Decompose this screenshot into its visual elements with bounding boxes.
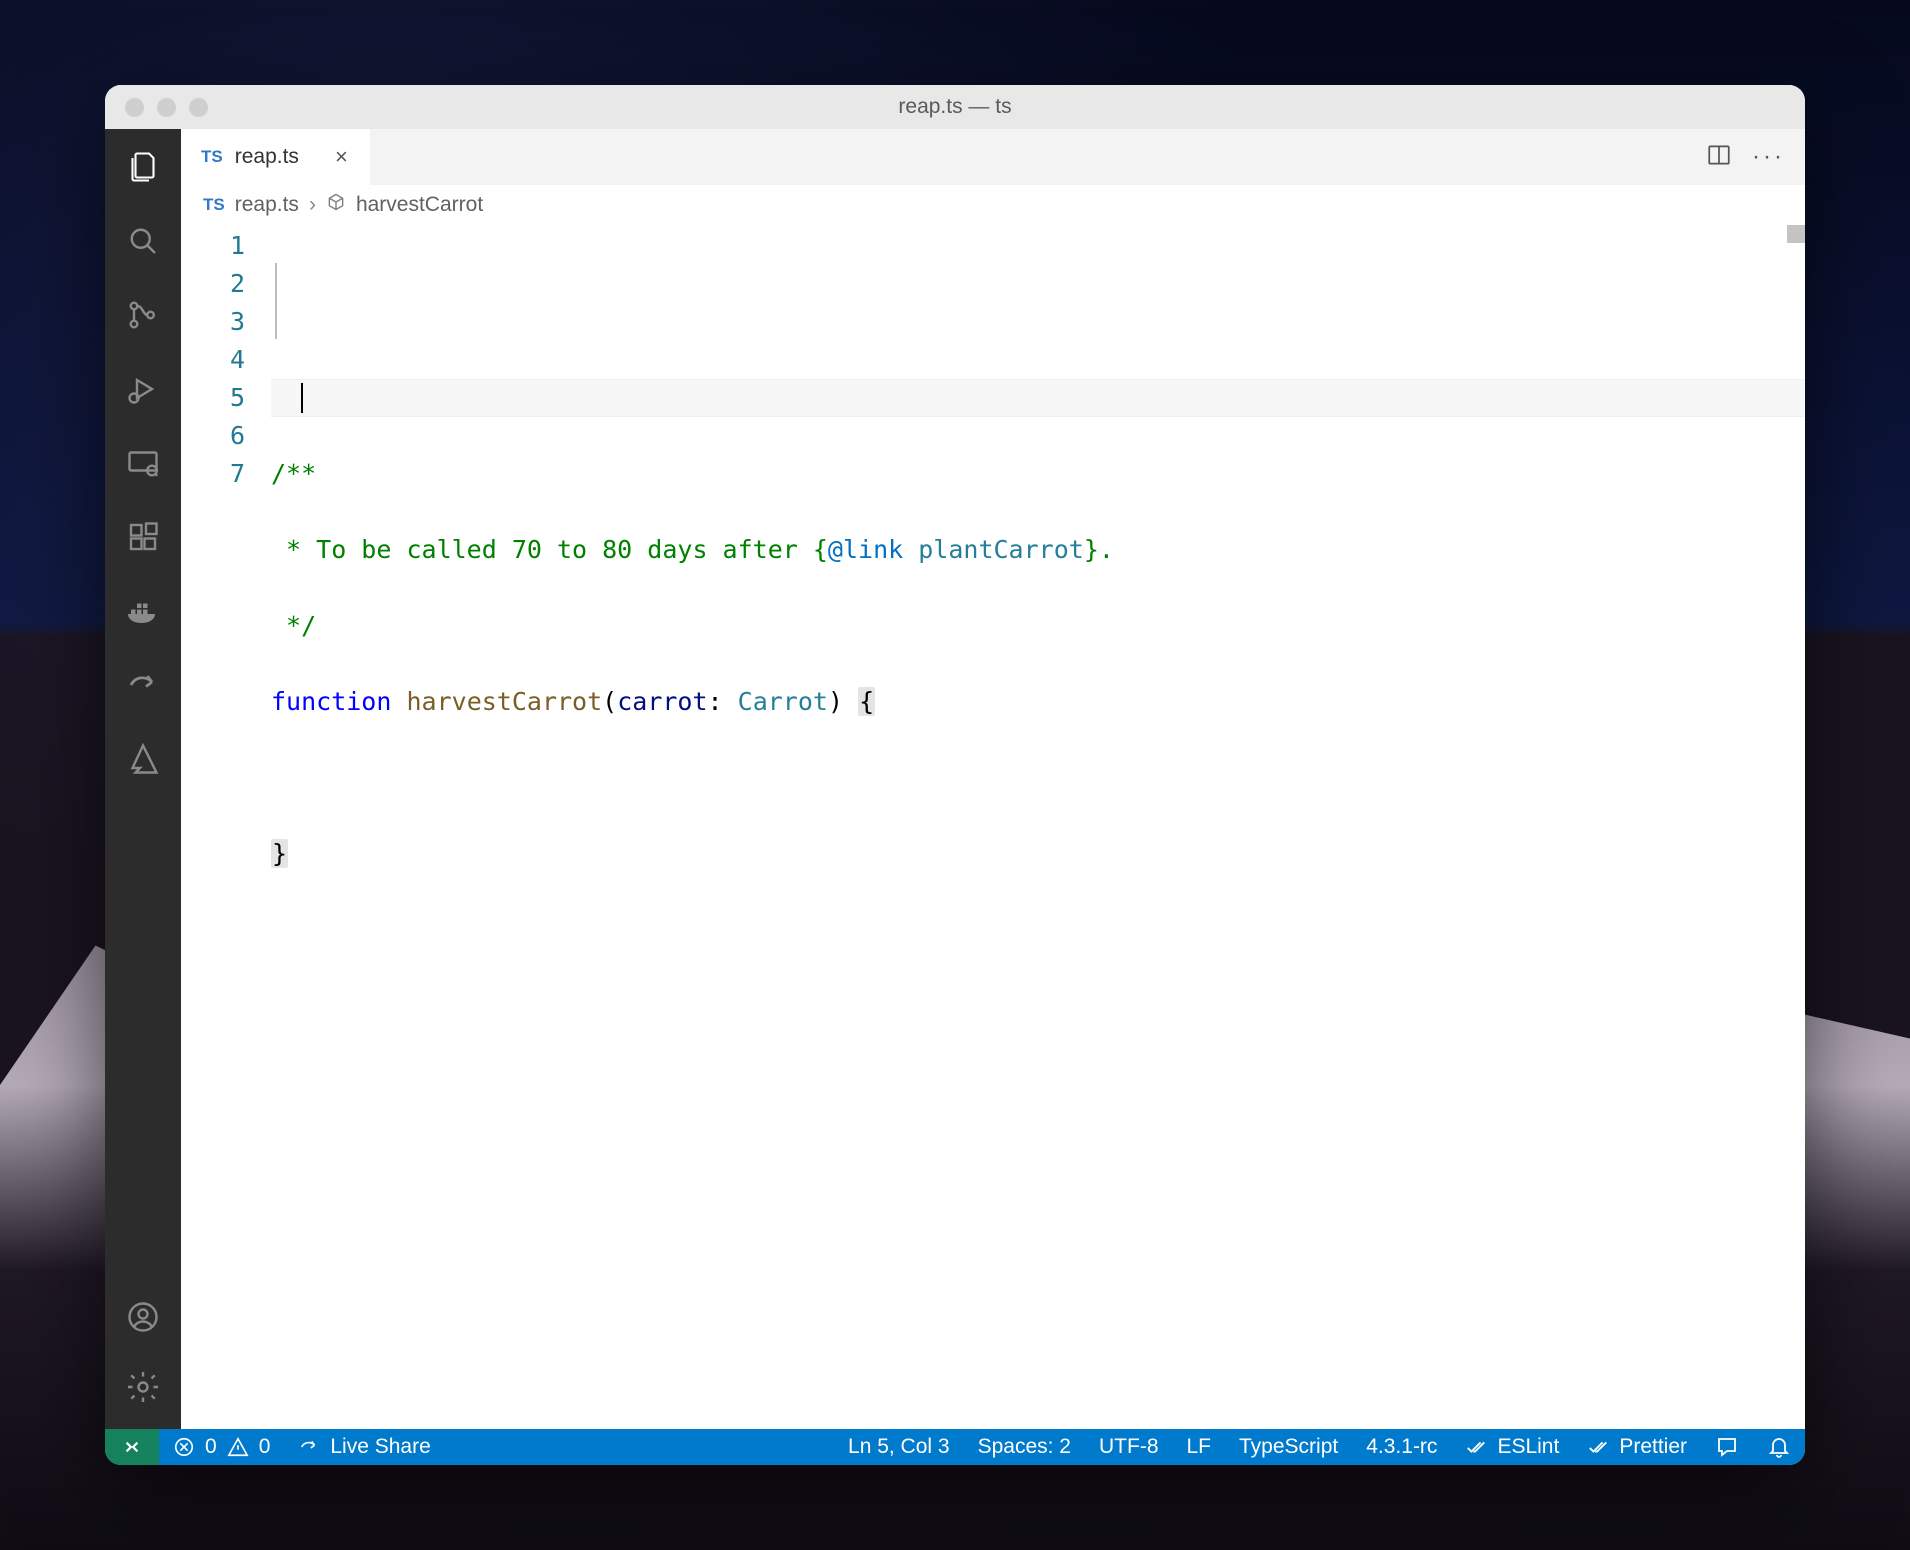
active-line-highlight: [271, 379, 1805, 417]
double-check-icon: [1465, 1436, 1487, 1458]
tab-label: reap.ts: [235, 145, 299, 169]
notifications-bell-icon[interactable]: [1753, 1435, 1805, 1459]
symbol-method-icon: [326, 192, 346, 218]
error-count: 0: [205, 1435, 217, 1459]
status-bar: 0 0 Live Share Ln 5, Col 3 Spaces: 2 UTF…: [105, 1429, 1805, 1465]
cursor-position-status[interactable]: Ln 5, Col 3: [834, 1435, 964, 1459]
minimize-window-button[interactable]: [157, 98, 176, 117]
line-number-gutter: 1 2 3 4 5 6 7: [181, 225, 271, 1429]
liveshare-icon: [298, 1436, 320, 1458]
code-editor[interactable]: 1 2 3 4 5 6 7 /** * To be called 70 to 8…: [181, 225, 1805, 1429]
breadcrumb[interactable]: TS reap.ts › harvestCarrot: [181, 185, 1805, 225]
eol-status[interactable]: LF: [1173, 1435, 1226, 1459]
typescript-version-status[interactable]: 4.3.1-rc: [1352, 1435, 1451, 1459]
eslint-status[interactable]: ESLint: [1451, 1435, 1573, 1459]
error-icon: [173, 1436, 195, 1458]
jsdoc-indent-guide: [275, 263, 277, 339]
share-icon[interactable]: [123, 665, 163, 705]
search-icon[interactable]: [123, 221, 163, 261]
remote-indicator[interactable]: [105, 1429, 159, 1465]
activity-bar: [105, 129, 181, 1429]
window-controls: [125, 98, 208, 117]
titlebar[interactable]: reap.ts — ts: [105, 85, 1805, 129]
source-control-icon[interactable]: [123, 295, 163, 335]
typescript-lang-badge: TS: [203, 195, 225, 215]
settings-gear-icon[interactable]: [123, 1367, 163, 1407]
more-actions-icon[interactable]: ···: [1752, 143, 1785, 171]
breadcrumb-separator: ›: [309, 193, 316, 217]
double-check-icon: [1587, 1436, 1609, 1458]
window-title: reap.ts — ts: [105, 95, 1805, 119]
feedback-icon[interactable]: [1701, 1435, 1753, 1459]
indentation-status[interactable]: Spaces: 2: [964, 1435, 1085, 1459]
split-editor-icon[interactable]: [1706, 142, 1732, 173]
problems-status[interactable]: 0 0: [159, 1435, 284, 1459]
close-tab-icon[interactable]: ×: [331, 144, 352, 170]
vscode-window: reap.ts — ts: [105, 85, 1805, 1465]
run-debug-icon[interactable]: [123, 369, 163, 409]
code-content[interactable]: /** * To be called 70 to 80 days after {…: [271, 225, 1805, 1429]
prettier-status[interactable]: Prettier: [1573, 1435, 1701, 1459]
warning-icon: [227, 1436, 249, 1458]
encoding-status[interactable]: UTF-8: [1085, 1435, 1173, 1459]
liveshare-status[interactable]: Live Share: [284, 1435, 444, 1459]
language-mode-status[interactable]: TypeScript: [1225, 1435, 1352, 1459]
files-icon[interactable]: [123, 147, 163, 187]
breadcrumb-symbol[interactable]: harvestCarrot: [356, 193, 483, 217]
text-cursor: [301, 383, 303, 413]
warning-count: 0: [259, 1435, 271, 1459]
account-icon[interactable]: [123, 1297, 163, 1337]
extensions-icon[interactable]: [123, 517, 163, 557]
breadcrumb-file[interactable]: reap.ts: [235, 193, 299, 217]
tab-bar: TS reap.ts × ···: [181, 129, 1805, 185]
close-window-button[interactable]: [125, 98, 144, 117]
remote-explorer-icon[interactable]: [123, 443, 163, 483]
typescript-lang-badge: TS: [201, 147, 223, 167]
docker-icon[interactable]: [123, 591, 163, 631]
editor-group: TS reap.ts × ··· TS reap.ts ›: [181, 129, 1805, 1429]
tab-reap-ts[interactable]: TS reap.ts ×: [181, 129, 370, 185]
azure-icon[interactable]: [123, 739, 163, 779]
zoom-window-button[interactable]: [189, 98, 208, 117]
